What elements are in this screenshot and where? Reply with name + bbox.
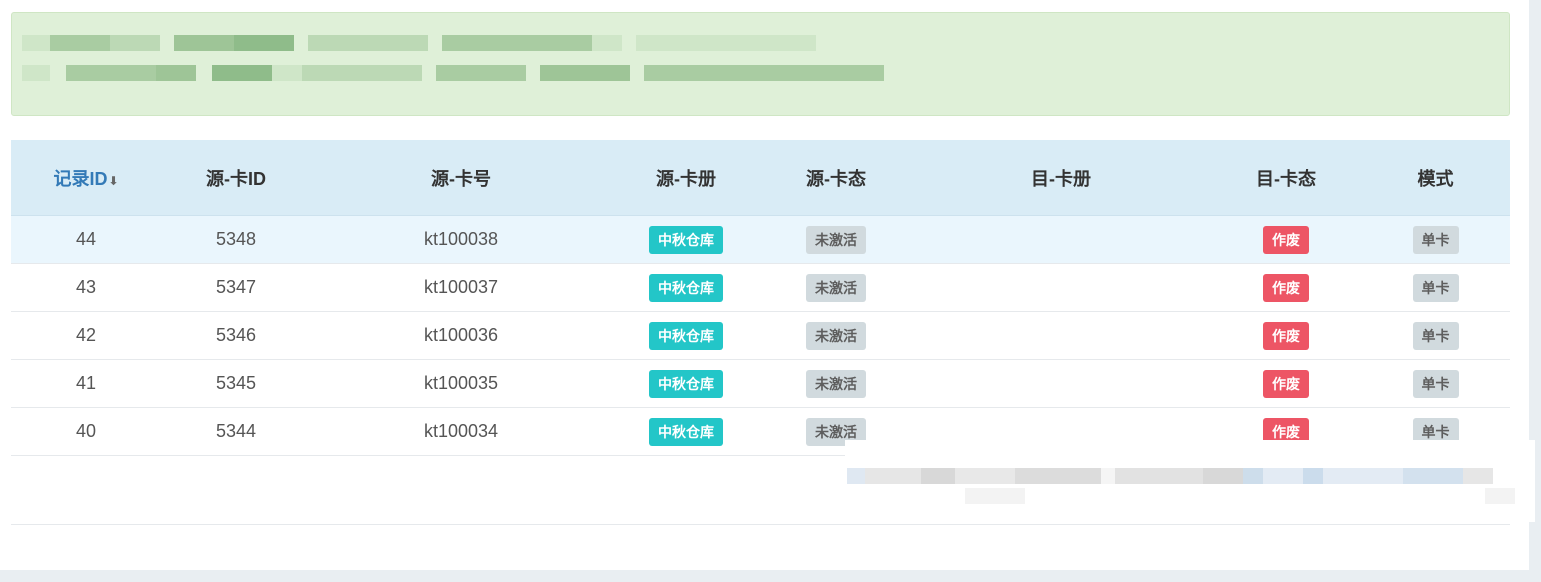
cell-src-register: 中秋仓库	[611, 407, 761, 456]
cell-src-card-id: 5346	[161, 311, 311, 360]
column-header-dst-register: 目-卡册	[911, 140, 1211, 216]
cell-dst-status: 作废	[1211, 359, 1361, 408]
pixelated-pager-line	[847, 488, 1515, 504]
cell-record-id: 42	[11, 311, 161, 360]
cell-src-status: 未激活	[761, 311, 911, 360]
cell-src-register: 中秋仓库	[611, 311, 761, 360]
cell-mode: 单卡	[1361, 263, 1510, 312]
pixelated-text-line	[22, 65, 884, 81]
cell-record-id: 41	[11, 359, 161, 408]
cell-src-card-id: 5345	[161, 359, 311, 408]
cell-mode: 单卡	[1361, 215, 1510, 264]
register-badge: 中秋仓库	[649, 369, 723, 398]
column-header-src-register: 源-卡册	[611, 140, 761, 216]
table-row[interactable]: 42 5346 kt100036 中秋仓库 未激活 作废 单卡	[11, 311, 1510, 360]
status-badge: 作废	[1263, 225, 1309, 254]
column-header-mode: 模式	[1361, 140, 1510, 216]
pagination-pixelated	[845, 440, 1535, 522]
table-row[interactable]: 41 5345 kt100035 中秋仓库 未激活 作废 单卡	[11, 359, 1510, 408]
cell-src-card-no: kt100036	[311, 311, 611, 360]
content-panel: 记录ID⬇ 源-卡ID 源-卡号 源-卡册 源-卡态 目-卡册 目-卡态 模式 …	[0, 0, 1535, 570]
table-footer-divider	[11, 524, 1510, 525]
register-badge: 中秋仓库	[649, 417, 723, 446]
cell-dst-status: 作废	[1211, 215, 1361, 264]
mode-badge: 单卡	[1412, 369, 1459, 398]
status-badge: 未激活	[806, 369, 866, 398]
register-badge: 中秋仓库	[649, 225, 723, 254]
arrow-down-icon[interactable]: ⬇	[108, 174, 118, 188]
cell-src-status: 未激活	[761, 263, 911, 312]
status-badge: 作废	[1263, 321, 1309, 350]
pixelated-text-line	[22, 35, 816, 51]
register-badge: 中秋仓库	[649, 273, 723, 302]
cell-dst-register	[911, 359, 1211, 408]
cell-src-status: 未激活	[761, 215, 911, 264]
cell-src-card-id: 5347	[161, 263, 311, 312]
cell-src-card-no: kt100038	[311, 215, 611, 264]
cell-src-register: 中秋仓库	[611, 359, 761, 408]
column-header-src-card-no: 源-卡号	[311, 140, 611, 216]
column-header-label[interactable]: 记录ID	[53, 169, 107, 189]
status-badge: 未激活	[806, 225, 866, 254]
mode-badge: 单卡	[1412, 225, 1459, 254]
cell-dst-status: 作废	[1211, 263, 1361, 312]
cell-record-id: 43	[11, 263, 161, 312]
cell-src-card-no: kt100037	[311, 263, 611, 312]
mode-badge: 单卡	[1412, 321, 1459, 350]
cell-dst-register	[911, 263, 1211, 312]
cell-src-register: 中秋仓库	[611, 215, 761, 264]
cell-src-status: 未激活	[761, 359, 911, 408]
transfer-records-table: 记录ID⬇ 源-卡ID 源-卡号 源-卡册 源-卡态 目-卡册 目-卡态 模式 …	[11, 140, 1510, 456]
cell-record-id: 40	[11, 407, 161, 456]
table-header-row: 记录ID⬇ 源-卡ID 源-卡号 源-卡册 源-卡态 目-卡册 目-卡态 模式	[11, 140, 1510, 216]
column-header-record-id[interactable]: 记录ID⬇	[11, 140, 161, 216]
mode-badge: 单卡	[1412, 273, 1459, 302]
status-badge: 作废	[1263, 273, 1309, 302]
cell-mode: 单卡	[1361, 359, 1510, 408]
cell-dst-status: 作废	[1211, 311, 1361, 360]
cell-dst-register	[911, 311, 1211, 360]
cell-record-id: 44	[11, 215, 161, 264]
table-row[interactable]: 43 5347 kt100037 中秋仓库 未激活 作废 单卡	[11, 263, 1510, 312]
cell-src-card-no: kt100034	[311, 407, 611, 456]
column-header-src-status: 源-卡态	[761, 140, 911, 216]
cell-dst-register	[911, 215, 1211, 264]
cell-src-card-id: 5348	[161, 215, 311, 264]
status-badge: 未激活	[806, 273, 866, 302]
column-header-src-card-id: 源-卡ID	[161, 140, 311, 216]
cell-src-card-no: kt100035	[311, 359, 611, 408]
table-row[interactable]: 44 5348 kt100038 中秋仓库 未激活 作废 单卡	[11, 215, 1510, 264]
cell-mode: 单卡	[1361, 311, 1510, 360]
cell-src-register: 中秋仓库	[611, 263, 761, 312]
register-badge: 中秋仓库	[649, 321, 723, 350]
status-badge: 未激活	[806, 321, 866, 350]
cell-src-card-id: 5344	[161, 407, 311, 456]
column-header-dst-status: 目-卡态	[1211, 140, 1361, 216]
status-badge: 作废	[1263, 369, 1309, 398]
info-alert-pixelated	[11, 12, 1510, 116]
pixelated-pager-line	[847, 468, 1493, 484]
